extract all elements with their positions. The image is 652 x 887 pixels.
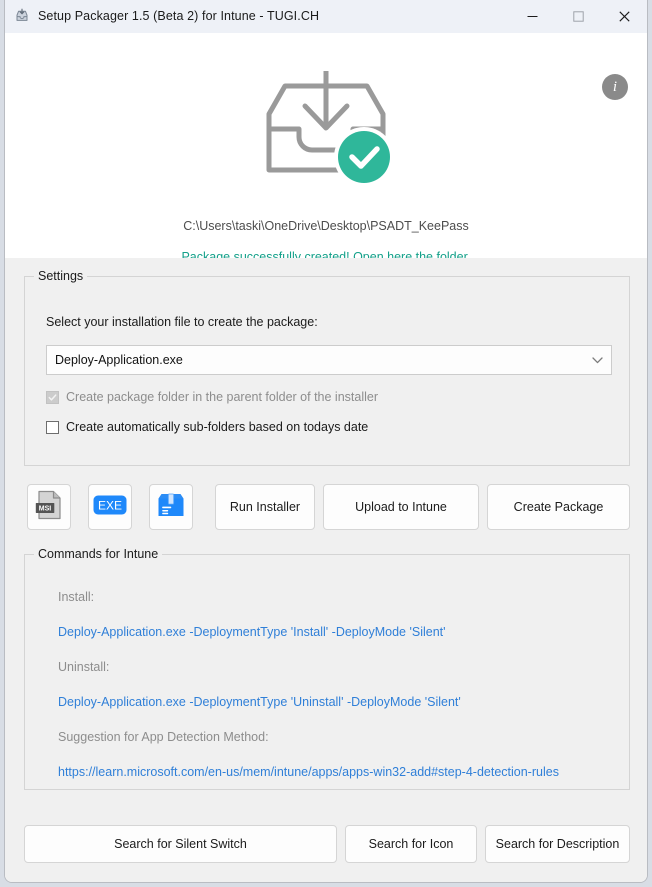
close-button[interactable] <box>601 0 647 32</box>
app-window: Setup Packager 1.5 (Beta 2) for Intune -… <box>4 0 648 883</box>
inbox-download-success-icon <box>5 69 647 191</box>
search-for-silent-switch-button[interactable]: Search for Silent Switch <box>24 825 337 863</box>
exe-file-button[interactable]: EXE <box>88 484 132 530</box>
select-installation-file-label: Select your installation file to create … <box>46 315 318 329</box>
detection-method-caption: Suggestion for App Detection Method: <box>58 730 269 744</box>
installation-file-select[interactable]: Deploy-Application.exe <box>46 345 612 375</box>
checkbox-box-icon <box>46 421 59 434</box>
checkbox-create-package-folder-label: Create package folder in the parent fold… <box>66 390 378 404</box>
maximize-button[interactable] <box>555 0 601 32</box>
title-bar: Setup Packager 1.5 (Beta 2) for Intune -… <box>5 0 647 33</box>
search-for-icon-button[interactable]: Search for Icon <box>345 825 477 863</box>
settings-group: Settings Select your installation file t… <box>24 276 630 466</box>
chevron-down-icon <box>583 357 611 364</box>
svg-text:EXE: EXE <box>98 498 122 512</box>
checkbox-create-package-folder: Create package folder in the parent fold… <box>46 390 378 404</box>
run-installer-button[interactable]: Run Installer <box>215 484 315 530</box>
inbox-download-icon <box>14 8 30 24</box>
window-title: Setup Packager 1.5 (Beta 2) for Intune -… <box>38 9 319 23</box>
installation-file-value: Deploy-Application.exe <box>47 353 583 367</box>
commands-group: Commands for Intune Install: Deploy-Appl… <box>24 554 630 790</box>
hero-section: i C:\Users\taski\OneDrive\Desktop\PSADT_… <box>5 33 647 258</box>
create-package-button[interactable]: Create Package <box>487 484 630 530</box>
minimize-button[interactable] <box>509 0 555 32</box>
detection-method-link[interactable]: https://learn.microsoft.com/en-us/mem/in… <box>58 765 559 779</box>
upload-to-intune-button[interactable]: Upload to Intune <box>323 484 479 530</box>
commands-group-title: Commands for Intune <box>34 547 162 561</box>
package-box-icon <box>157 491 185 524</box>
search-for-description-button[interactable]: Search for Description <box>485 825 630 863</box>
install-command-link[interactable]: Deploy-Application.exe -DeploymentType '… <box>58 625 446 639</box>
content-area: Settings Select your installation file t… <box>5 258 647 883</box>
exe-file-icon: EXE <box>93 494 127 521</box>
uninstall-command-link[interactable]: Deploy-Application.exe -DeploymentType '… <box>58 695 461 709</box>
install-caption: Install: <box>58 590 94 604</box>
msi-file-icon: MSI <box>35 490 63 525</box>
settings-group-title: Settings <box>34 269 87 283</box>
uninstall-caption: Uninstall: <box>58 660 109 674</box>
svg-text:MSI: MSI <box>39 505 52 512</box>
checkmark-icon <box>46 391 59 404</box>
output-path: C:\Users\taski\OneDrive\Desktop\PSADT_Ke… <box>5 219 647 233</box>
checkbox-create-date-subfolders[interactable]: Create automatically sub-folders based o… <box>46 420 368 434</box>
msi-file-button[interactable]: MSI <box>27 484 71 530</box>
checkbox-create-date-subfolders-label: Create automatically sub-folders based o… <box>66 420 368 434</box>
package-box-button[interactable] <box>149 484 193 530</box>
